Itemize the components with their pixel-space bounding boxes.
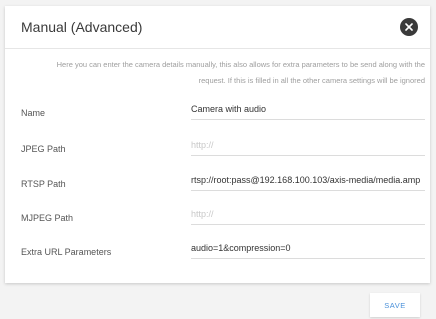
manual-advanced-dialog: Manual (Advanced) Here you can enter the… [5, 6, 430, 283]
mjpeg-path-label: MJPEG Path [21, 213, 74, 223]
dialog-description: Here you can enter the camera details ma… [13, 57, 425, 89]
dialog-header: Manual (Advanced) [5, 6, 430, 48]
close-icon [405, 23, 413, 31]
mjpeg-path-field[interactable] [191, 204, 425, 225]
description-line-1: Here you can enter the camera details ma… [56, 60, 425, 69]
rtsp-path-label: RTSP Path [21, 179, 66, 189]
jpeg-path-label: JPEG Path [21, 144, 66, 154]
dialog-footer: SAVE [5, 283, 430, 319]
close-button[interactable] [400, 18, 418, 36]
name-label: Name [21, 108, 46, 118]
rtsp-path-field[interactable] [191, 170, 425, 191]
dialog-title: Manual (Advanced) [21, 19, 143, 35]
header-divider [5, 48, 430, 49]
extra-url-parameters-label: Extra URL Parameters [21, 247, 112, 257]
save-button[interactable]: SAVE [370, 293, 420, 317]
name-field[interactable] [191, 99, 425, 120]
description-line-2: request. If this is filled in all the ot… [198, 76, 425, 85]
extra-url-parameters-field[interactable] [191, 238, 425, 259]
jpeg-path-field[interactable] [191, 135, 425, 156]
